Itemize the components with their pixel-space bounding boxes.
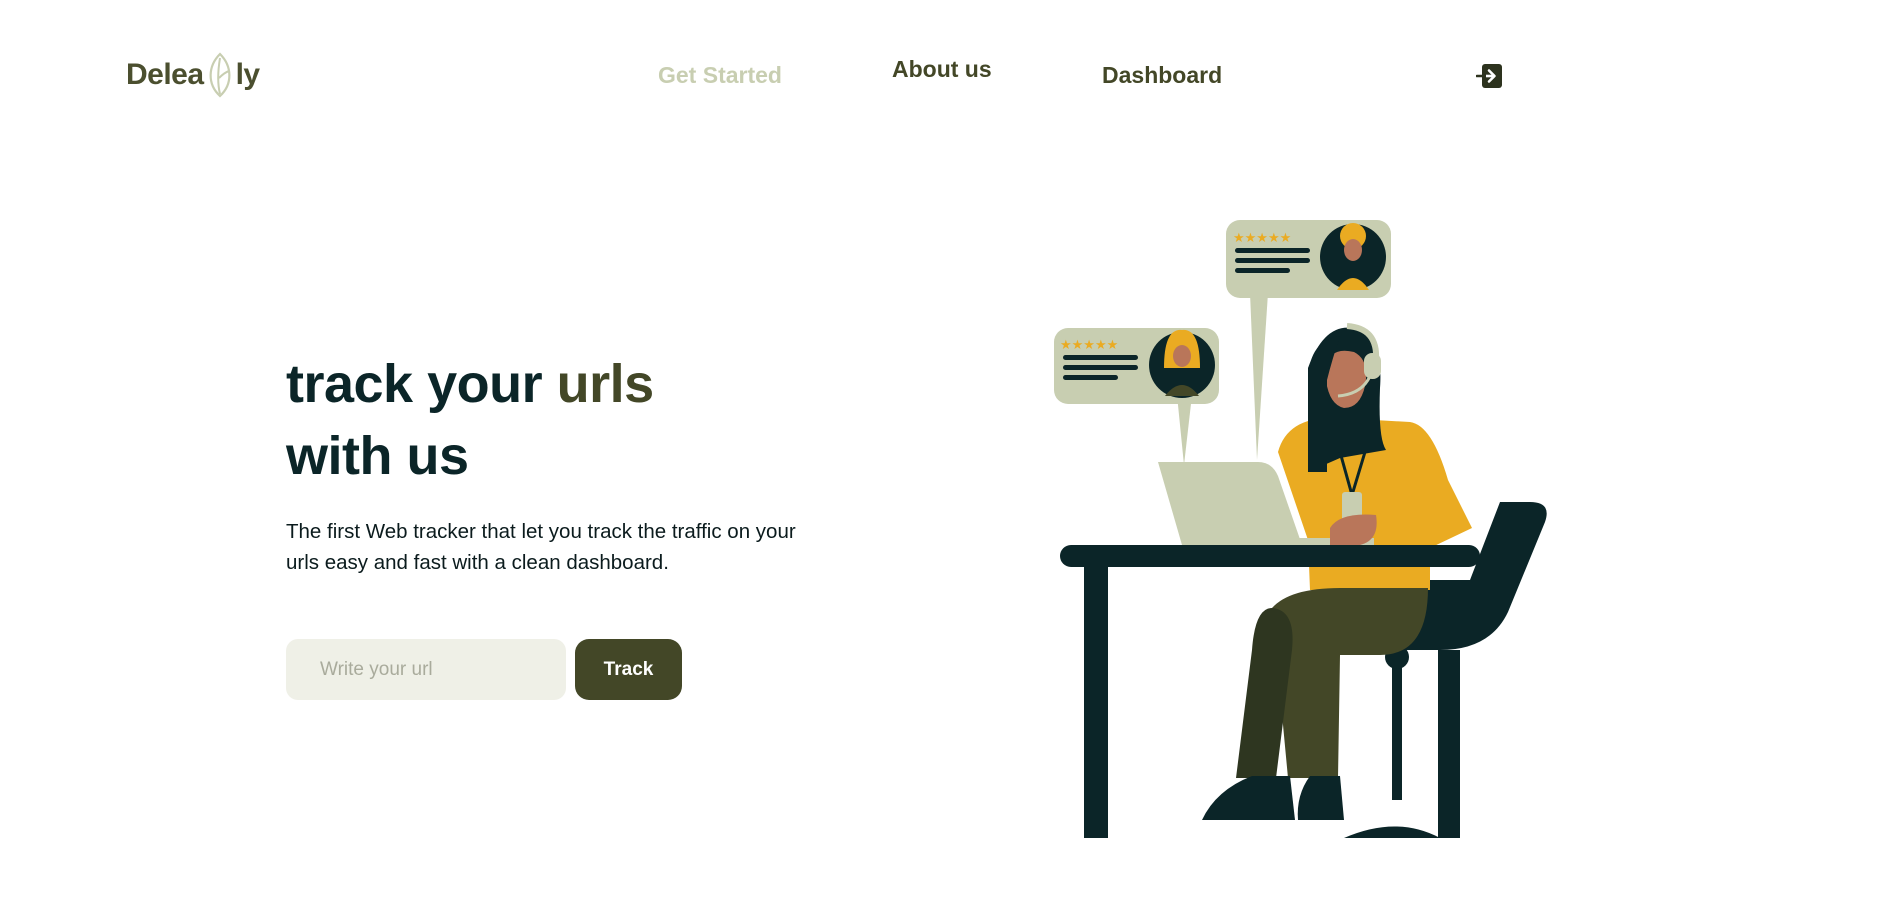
nav-dashboard[interactable]: Dashboard (1102, 62, 1222, 89)
top-navigation: Delea ly Get Started About us Dashboard (0, 0, 1879, 150)
hero-subtitle: The first Web tracker that let you track… (286, 520, 796, 574)
track-button[interactable]: Track (575, 639, 682, 700)
star-rating-icon: ★★★★★ (1233, 231, 1291, 246)
nav-about-us[interactable]: About us (892, 56, 992, 83)
hero-title-part2: with us (286, 426, 469, 486)
hero-title: track your urls with us (286, 348, 654, 492)
svg-text:★★★★★: ★★★★★ (1060, 338, 1118, 353)
nav-get-started[interactable]: Get Started (658, 62, 782, 89)
hero-title-part1: track your (286, 354, 557, 414)
star-rating-icon: ★★★★★ (1060, 338, 1118, 353)
hero-title-accent: urls (556, 354, 655, 414)
review-bubble-front: ★★★★★ (1054, 328, 1219, 404)
brand-name-prefix: Delea (126, 58, 204, 91)
bubble-tail-front (1177, 395, 1192, 465)
leaf-icon (209, 52, 231, 98)
customer-support-illustration: ★★★★★ ★★★★★ (1054, 220, 1547, 838)
brand-logo[interactable]: Delea ly (126, 52, 260, 98)
svg-text:★★★★★: ★★★★★ (1233, 231, 1291, 246)
login-icon[interactable] (1476, 62, 1504, 90)
review-bubble-back: ★★★★★ (1226, 220, 1391, 298)
url-input[interactable] (286, 639, 566, 700)
brand-name-suffix: ly (235, 58, 261, 91)
bubble-tail-back (1250, 293, 1268, 460)
